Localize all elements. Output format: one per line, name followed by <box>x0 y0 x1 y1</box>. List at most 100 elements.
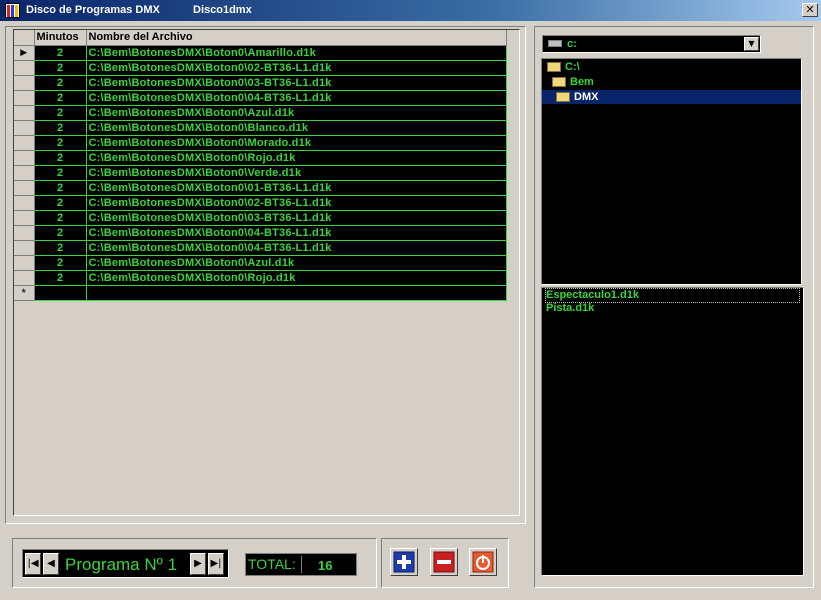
file-cell[interactable]: C:\Bem\BotonesDMX\Boton0\04-BT36-L1.d1k <box>86 225 507 241</box>
row-selector[interactable] <box>14 90 35 106</box>
file-cell[interactable]: C:\Bem\BotonesDMX\Boton0\Azul.d1k <box>86 105 507 121</box>
row-selector[interactable] <box>14 165 35 181</box>
minutes-cell[interactable]: 2 <box>34 210 87 226</box>
file-item[interactable]: Pista.d1k <box>546 302 594 315</box>
file-cell[interactable]: C:\Bem\BotonesDMX\Boton0\Amarillo.d1k <box>86 45 507 61</box>
program-grid[interactable]: Minutos Nombre del Archivo ▶ 2 C:\Bem\Boto… <box>13 29 520 516</box>
minutes-cell[interactable]: 2 <box>34 90 87 106</box>
minutes-cell[interactable] <box>34 285 87 301</box>
minus-icon <box>433 551 455 573</box>
directory-list[interactable]: C:\ Bem DMX <box>541 58 802 285</box>
row-selector[interactable] <box>14 75 35 91</box>
new-row[interactable]: * <box>14 285 507 301</box>
file-cell[interactable]: C:\Bem\BotonesDMX\Boton0\Azul.d1k <box>86 255 507 271</box>
file-item[interactable]: Espectaculo1.d1k <box>545 288 800 303</box>
table-row[interactable]: 2 C:\Bem\BotonesDMX\Boton0\03-BT36-L1.d1k <box>14 75 507 91</box>
minutes-cell[interactable]: 2 <box>34 120 87 136</box>
table-row[interactable]: 2 C:\Bem\BotonesDMX\Boton0\Azul.d1k <box>14 105 507 121</box>
column-header-file[interactable]: Nombre del Archivo <box>86 30 507 46</box>
file-cell[interactable]: C:\Bem\BotonesDMX\Boton0\Morado.d1k <box>86 135 507 151</box>
directory-item-dmx[interactable]: DMX <box>542 90 801 104</box>
row-selector[interactable] <box>14 270 35 286</box>
program-label: Programa Nº 1 <box>65 555 178 574</box>
minutes-cell[interactable]: 2 <box>34 195 87 211</box>
file-cell[interactable]: C:\Bem\BotonesDMX\Boton0\Rojo.d1k <box>86 270 507 286</box>
minutes-cell[interactable]: 2 <box>34 225 87 241</box>
program-navigator: |◀ ◀ Programa Nº 1 ▶ ▶| <box>22 549 229 578</box>
row-selector[interactable] <box>14 105 35 121</box>
table-row[interactable]: 2 C:\Bem\BotonesDMX\Boton0\Blanco.d1k <box>14 120 507 136</box>
file-cell[interactable]: C:\Bem\BotonesDMX\Boton0\Blanco.d1k <box>86 120 507 136</box>
row-header-corner <box>14 30 35 46</box>
table-row[interactable]: 2 C:\Bem\BotonesDMX\Boton0\Rojo.d1k <box>14 270 507 286</box>
table-row[interactable]: 2 C:\Bem\BotonesDMX\Boton0\Verde.d1k <box>14 165 507 181</box>
table-row[interactable]: 2 C:\Bem\BotonesDMX\Boton0\02-BT36-L1.d1k <box>14 60 507 76</box>
table-row[interactable]: 2 C:\Bem\BotonesDMX\Boton0\04-BT36-L1.d1k <box>14 90 507 106</box>
table-row[interactable]: ▶ 2 C:\Bem\BotonesDMX\Boton0\Amarillo.d1k <box>14 45 507 61</box>
directory-label: Bem <box>570 76 594 88</box>
folder-open-icon <box>552 77 566 87</box>
file-cell[interactable]: C:\Bem\BotonesDMX\Boton0\04-BT36-L1.d1k <box>86 90 507 106</box>
directory-item-root[interactable]: C:\ <box>547 60 580 74</box>
file-cell[interactable]: C:\Bem\BotonesDMX\Boton0\02-BT36-L1.d1k <box>86 195 507 211</box>
minutes-cell[interactable]: 2 <box>34 255 87 271</box>
row-selector[interactable] <box>14 150 35 166</box>
table-row[interactable]: 2 C:\Bem\BotonesDMX\Boton0\Morado.d1k <box>14 135 507 151</box>
minutes-cell[interactable]: 2 <box>34 270 87 286</box>
directory-label: C:\ <box>565 61 580 73</box>
minutes-cell[interactable]: 2 <box>34 150 87 166</box>
total-label: TOTAL: <box>248 556 302 573</box>
table-row[interactable]: 2 C:\Bem\BotonesDMX\Boton0\01-BT36-L1.d1k <box>14 180 507 196</box>
row-selector[interactable] <box>14 240 35 256</box>
table-row[interactable]: 2 C:\Bem\BotonesDMX\Boton0\Azul.d1k <box>14 255 507 271</box>
file-cell[interactable]: C:\Bem\BotonesDMX\Boton0\Verde.d1k <box>86 165 507 181</box>
file-cell[interactable]: C:\Bem\BotonesDMX\Boton0\Rojo.d1k <box>86 150 507 166</box>
table-row[interactable]: 2 C:\Bem\BotonesDMX\Boton0\02-BT36-L1.d1k <box>14 195 507 211</box>
file-cell[interactable]: C:\Bem\BotonesDMX\Boton0\04-BT36-L1.d1k <box>86 240 507 256</box>
file-list[interactable]: Espectaculo1.d1k Pista.d1k <box>541 287 804 576</box>
drive-label: c: <box>567 38 577 50</box>
document-name: Disco1dmx <box>193 4 252 16</box>
minutes-cell[interactable]: 2 <box>34 165 87 181</box>
last-program-button[interactable]: ▶| <box>208 553 224 575</box>
row-selector[interactable] <box>14 225 35 241</box>
minutes-cell[interactable]: 2 <box>34 60 87 76</box>
row-selector[interactable] <box>14 180 35 196</box>
table-row[interactable]: 2 C:\Bem\BotonesDMX\Boton0\Rojo.d1k <box>14 150 507 166</box>
drive-selector[interactable]: c: ▼ <box>542 35 761 53</box>
row-selector[interactable] <box>14 195 35 211</box>
row-selector[interactable]: ▶ <box>14 45 35 61</box>
row-selector[interactable] <box>14 120 35 136</box>
directory-item-bem[interactable]: Bem <box>552 75 594 89</box>
file-cell[interactable]: C:\Bem\BotonesDMX\Boton0\01-BT36-L1.d1k <box>86 180 507 196</box>
minutes-cell[interactable]: 2 <box>34 105 87 121</box>
minutes-cell[interactable]: 2 <box>34 45 87 61</box>
row-selector[interactable] <box>14 255 35 271</box>
minutes-cell[interactable]: 2 <box>34 240 87 256</box>
minutes-cell[interactable]: 2 <box>34 135 87 151</box>
row-selector[interactable] <box>14 60 35 76</box>
new-row-marker: * <box>14 285 35 301</box>
close-button[interactable]: ✕ <box>802 3 818 17</box>
row-selector[interactable] <box>14 135 35 151</box>
row-selector[interactable] <box>14 210 35 226</box>
minutes-cell[interactable]: 2 <box>34 180 87 196</box>
table-row[interactable]: 2 C:\Bem\BotonesDMX\Boton0\03-BT36-L1.d1k <box>14 210 507 226</box>
file-cell[interactable] <box>86 285 507 301</box>
power-button[interactable] <box>469 548 497 576</box>
minutes-cell[interactable]: 2 <box>34 75 87 91</box>
add-button[interactable] <box>390 548 418 576</box>
window-title: Disco de Programas DMX <box>26 4 160 16</box>
table-row[interactable]: 2 C:\Bem\BotonesDMX\Boton0\04-BT36-L1.d1k <box>14 240 507 256</box>
remove-button[interactable] <box>430 548 458 576</box>
table-row[interactable]: 2 C:\Bem\BotonesDMX\Boton0\04-BT36-L1.d1k <box>14 225 507 241</box>
previous-program-button[interactable]: ◀ <box>43 553 59 575</box>
file-cell[interactable]: C:\Bem\BotonesDMX\Boton0\03-BT36-L1.d1k <box>86 210 507 226</box>
first-program-button[interactable]: |◀ <box>25 553 41 575</box>
file-cell[interactable]: C:\Bem\BotonesDMX\Boton0\03-BT36-L1.d1k <box>86 75 507 91</box>
chevron-down-icon[interactable]: ▼ <box>744 37 759 51</box>
file-cell[interactable]: C:\Bem\BotonesDMX\Boton0\02-BT36-L1.d1k <box>86 60 507 76</box>
directory-label: DMX <box>574 91 599 103</box>
next-program-button[interactable]: ▶ <box>190 553 206 575</box>
column-header-minutes[interactable]: Minutos <box>34 30 87 46</box>
